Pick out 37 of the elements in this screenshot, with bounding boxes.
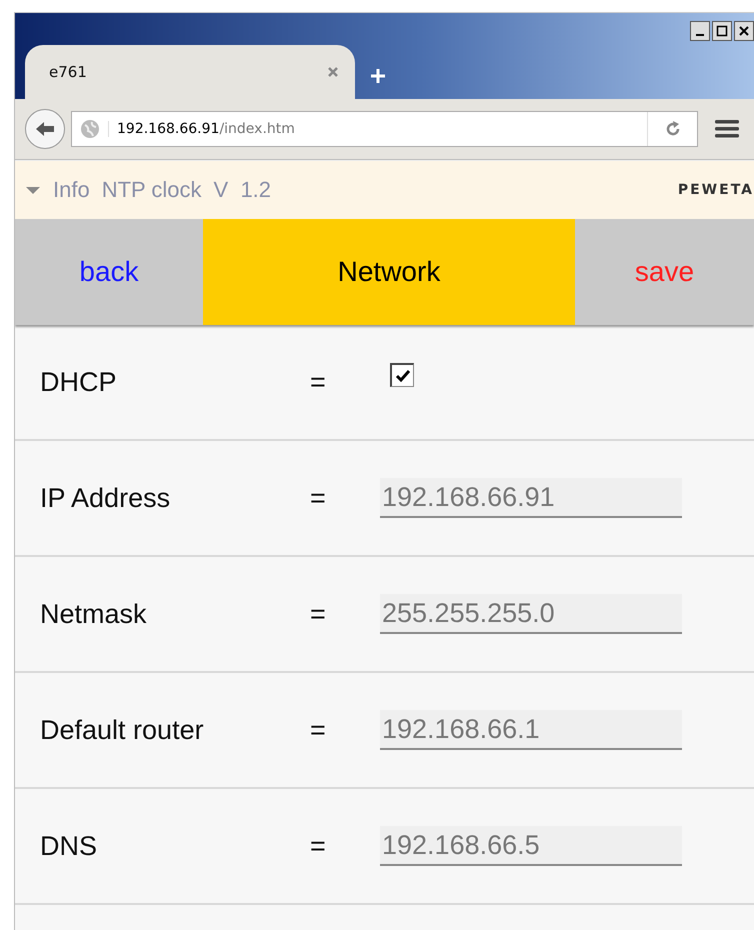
- tab-title: e761: [49, 63, 87, 81]
- close-icon: [738, 25, 750, 37]
- close-button[interactable]: [734, 21, 754, 41]
- dropdown-icon[interactable]: [25, 185, 41, 195]
- input-field[interactable]: 255.255.255.0: [380, 594, 682, 634]
- info-link[interactable]: Info: [53, 177, 90, 203]
- logo: PEWETA: [678, 182, 754, 198]
- field-label: IP Address: [40, 482, 172, 514]
- back-link[interactable]: back: [15, 219, 203, 325]
- address-field[interactable]: 192.168.66.91/index.htm: [71, 111, 698, 147]
- save-link[interactable]: save: [575, 219, 754, 325]
- url-text: 192.168.66.91/index.htm: [108, 121, 639, 137]
- checkbox[interactable]: [390, 363, 414, 387]
- equals-sign: =: [310, 830, 327, 862]
- equals-sign: =: [310, 714, 327, 746]
- input-field[interactable]: 192.168.66.5: [380, 826, 682, 866]
- equals-sign: =: [310, 482, 327, 514]
- browser-tab[interactable]: e761: [25, 45, 355, 99]
- page-title: Network: [338, 256, 440, 288]
- check-icon: [394, 368, 410, 382]
- back-icon[interactable]: [25, 109, 65, 149]
- field-label: DHCP: [40, 366, 118, 398]
- maximize-icon: [716, 25, 728, 37]
- field-label: Netmask: [40, 598, 148, 630]
- minimize-icon: [696, 34, 704, 36]
- field-label: Default router: [40, 714, 205, 746]
- app-title: V 1.2: [214, 177, 272, 203]
- new-tab-icon[interactable]: [369, 67, 387, 85]
- input-field[interactable]: 192.168.66.91: [380, 478, 682, 518]
- globe-icon: [80, 119, 100, 139]
- equals-sign: =: [310, 598, 327, 630]
- app-title: NTP clock: [102, 177, 202, 203]
- input-field[interactable]: 192.168.66.1: [380, 710, 682, 750]
- minimize-button[interactable]: [690, 21, 710, 41]
- equals-sign: =: [310, 366, 327, 398]
- maximize-button[interactable]: [712, 21, 732, 41]
- field-label: DNS: [40, 830, 98, 862]
